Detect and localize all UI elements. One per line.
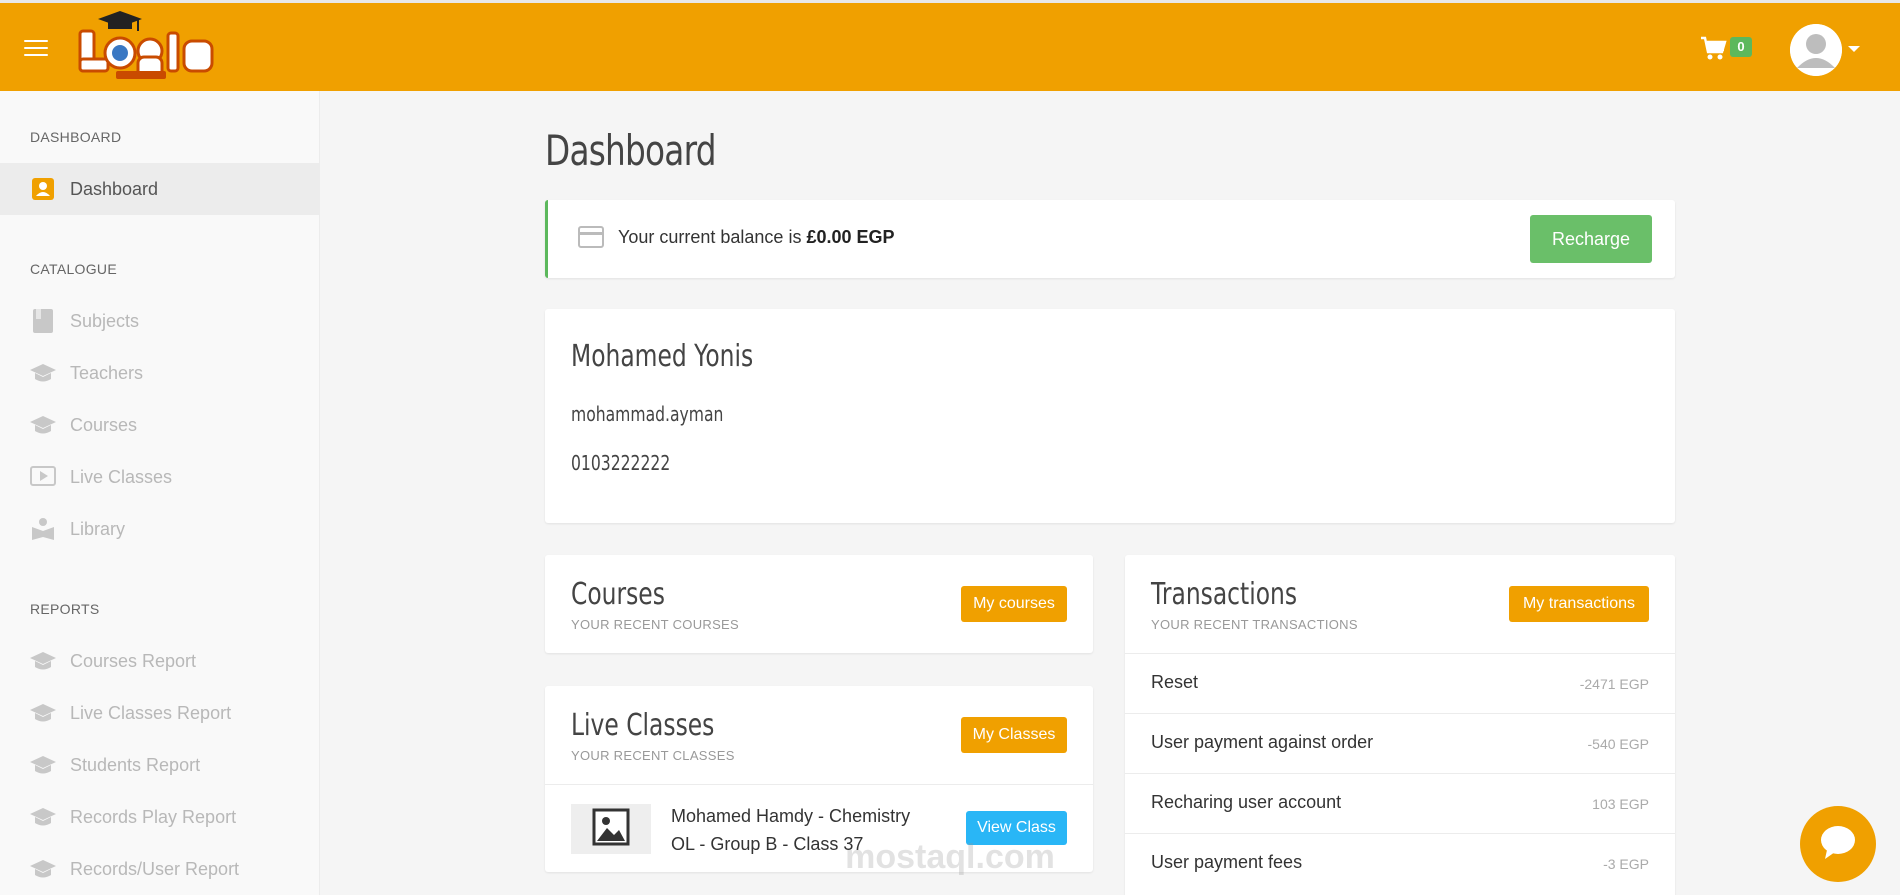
chevron-down-icon bbox=[1848, 46, 1860, 52]
sidebar-item-library[interactable]: Library bbox=[0, 503, 319, 555]
transactions-subtitle: YOUR RECENT TRANSACTIONS bbox=[1151, 617, 1358, 632]
sidebar-item-courses-report[interactable]: Courses Report bbox=[0, 635, 319, 687]
my-transactions-button[interactable]: My transactions bbox=[1509, 586, 1649, 622]
sidebar-item-live-classes[interactable]: Live Classes bbox=[0, 451, 319, 503]
credit-card-icon bbox=[578, 226, 604, 253]
sidebar-item-dashboard[interactable]: Dashboard bbox=[0, 163, 319, 215]
site-logo[interactable] bbox=[76, 9, 216, 89]
sidebar-item-label: Live Classes Report bbox=[70, 702, 232, 723]
transaction-label: User payment against order bbox=[1151, 732, 1374, 752]
sidebar-item-students-report[interactable]: Students Report bbox=[0, 739, 319, 791]
live-classes-subtitle: YOUR RECENT CLASSES bbox=[571, 748, 735, 763]
sidebar-item-records-user-report[interactable]: Records/User Report bbox=[0, 843, 319, 895]
chat-button[interactable] bbox=[1800, 806, 1876, 882]
transaction-amount: -3 EGP bbox=[1603, 856, 1649, 872]
sidebar-section-catalogue: CATALOGUE bbox=[30, 261, 117, 277]
chat-icon bbox=[1819, 824, 1857, 865]
live-classes-title: Live Classes bbox=[571, 708, 715, 743]
graduation-cap-icon bbox=[30, 412, 56, 438]
user-menu[interactable] bbox=[1790, 24, 1860, 76]
profile-name: Mohamed Yonis bbox=[571, 339, 754, 374]
graduation-cap-icon bbox=[30, 804, 56, 830]
graduation-cap-icon bbox=[30, 648, 56, 674]
table-row: Recharing user account 103 EGP bbox=[1125, 773, 1675, 833]
profile-phone: 0103222222 bbox=[571, 451, 671, 475]
user-badge-icon bbox=[30, 176, 56, 202]
sidebar-item-label: Dashboard bbox=[70, 178, 159, 199]
my-classes-button[interactable]: My Classes bbox=[961, 717, 1067, 753]
cart-count-badge: 0 bbox=[1730, 37, 1752, 57]
transactions-title: Transactions bbox=[1151, 577, 1298, 612]
page-title: Dashboard bbox=[545, 126, 717, 175]
graduation-cap-icon bbox=[30, 360, 56, 386]
transaction-label: Recharing user account bbox=[1151, 792, 1342, 812]
courses-subtitle: YOUR RECENT COURSES bbox=[571, 617, 739, 632]
graduation-cap-icon bbox=[30, 752, 56, 778]
table-row: Reset -2471 EGP bbox=[1125, 653, 1675, 713]
sidebar-item-label: Subjects bbox=[70, 310, 140, 331]
avatar bbox=[1790, 24, 1842, 76]
play-screen-icon bbox=[30, 464, 56, 490]
courses-title: Courses bbox=[571, 577, 665, 612]
transactions-card: Transactions YOUR RECENT TRANSACTIONS My… bbox=[1125, 555, 1675, 895]
sidebar-item-label: Records/User Report bbox=[70, 858, 240, 879]
sidebar-item-label: Courses Report bbox=[70, 650, 197, 671]
balance-card: Your current balance is £0.00 EGP Rechar… bbox=[545, 200, 1675, 278]
sidebar-item-live-classes-report[interactable]: Live Classes Report bbox=[0, 687, 319, 739]
cart-button[interactable]: 0 bbox=[1700, 35, 1754, 65]
profile-card: Mohamed Yonis mohammad.ayman 0103222222 bbox=[545, 309, 1675, 523]
profile-username: mohammad.ayman bbox=[571, 402, 724, 426]
sidebar-item-records-play-report[interactable]: Records Play Report bbox=[0, 791, 319, 843]
image-icon bbox=[592, 808, 630, 851]
transaction-amount: -2471 EGP bbox=[1579, 676, 1649, 692]
sidebar-item-teachers[interactable]: Teachers bbox=[0, 347, 319, 399]
cart-icon bbox=[1700, 36, 1728, 65]
reader-icon bbox=[30, 516, 56, 542]
sidebar: DASHBOARD Dashboard CATALOGUE Subjects T… bbox=[0, 91, 320, 895]
sidebar-item-courses[interactable]: Courses bbox=[0, 399, 319, 451]
sidebar-section-dashboard: DASHBOARD bbox=[30, 129, 122, 145]
graduation-cap-icon bbox=[30, 856, 56, 882]
my-courses-button[interactable]: My courses bbox=[961, 586, 1067, 622]
recharge-button[interactable]: Recharge bbox=[1530, 215, 1652, 263]
divider bbox=[545, 784, 1093, 785]
class-title-line1: Mohamed Hamdy - Chemistry bbox=[671, 806, 911, 826]
balance-amount: £0.00 EGP bbox=[806, 227, 895, 247]
menu-icon[interactable] bbox=[24, 40, 48, 58]
sidebar-item-label: Courses bbox=[70, 414, 138, 435]
balance-text: Your current balance is £0.00 EGP bbox=[618, 227, 895, 248]
graduation-cap-icon bbox=[30, 700, 56, 726]
class-thumbnail bbox=[571, 804, 651, 854]
sidebar-item-label: Library bbox=[70, 518, 126, 539]
sidebar-item-label: Teachers bbox=[70, 362, 144, 383]
table-row: User payment fees -3 EGP bbox=[1125, 833, 1675, 893]
sidebar-item-subjects[interactable]: Subjects bbox=[0, 295, 319, 347]
sidebar-section-reports: REPORTS bbox=[30, 601, 100, 617]
transaction-label: Reset bbox=[1151, 672, 1199, 692]
sidebar-item-label: Records Play Report bbox=[70, 806, 237, 827]
sidebar-item-label: Students Report bbox=[70, 754, 201, 775]
transaction-amount: -540 EGP bbox=[1587, 736, 1649, 752]
book-icon bbox=[30, 308, 56, 334]
courses-card: Courses YOUR RECENT COURSES My courses bbox=[545, 555, 1093, 653]
table-row: User payment against order -540 EGP bbox=[1125, 713, 1675, 773]
transaction-label: User payment fees bbox=[1151, 852, 1303, 872]
balance-prefix: Your current balance is bbox=[618, 227, 807, 247]
sidebar-item-label: Live Classes bbox=[70, 466, 173, 487]
watermark-text: mostaql.com bbox=[845, 838, 1055, 876]
transaction-amount: 103 EGP bbox=[1592, 796, 1649, 812]
top-header: 0 bbox=[0, 0, 1900, 91]
